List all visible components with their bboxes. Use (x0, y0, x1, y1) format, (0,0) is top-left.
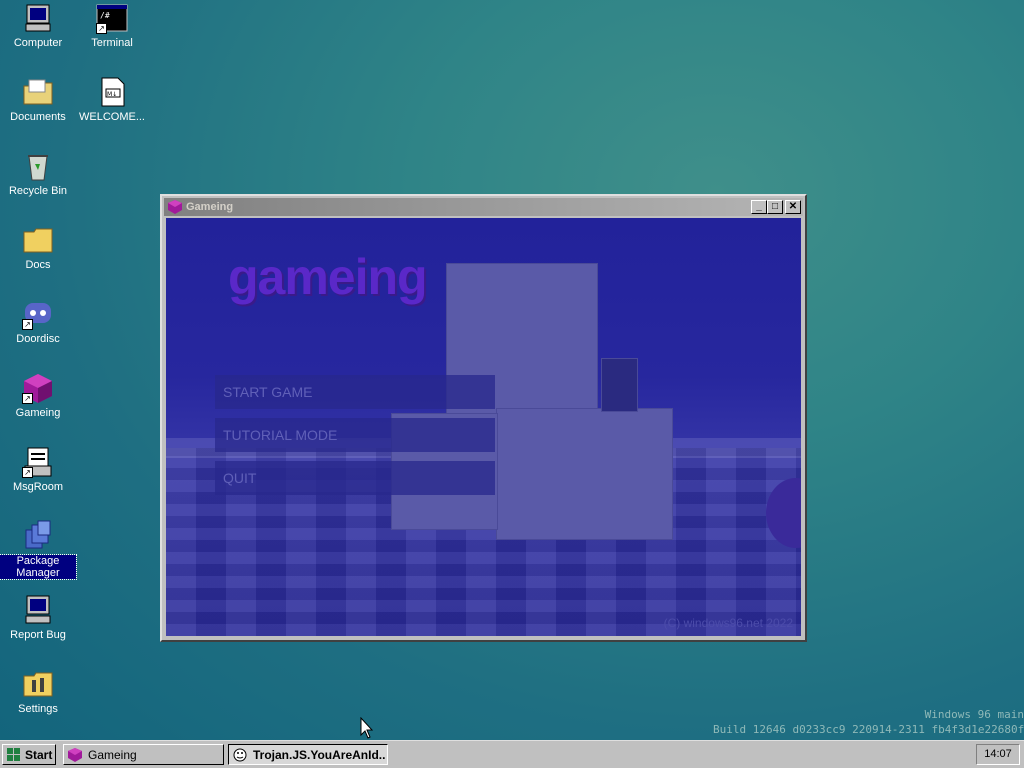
desktop-icon-label: WELCOME... (78, 111, 145, 123)
window-title: Gameing (186, 201, 234, 213)
terminal-icon: /# ↗ (96, 2, 128, 34)
desktop-icon-settings[interactable]: Settings (0, 668, 76, 715)
desktop-icon-report-bug[interactable]: Report Bug (0, 594, 76, 641)
desktop-icon-label: MsgRoom (12, 481, 64, 493)
build-watermark-line2: Build 12646 d0233cc9 220914-2311 fb4f3d1… (713, 723, 1024, 736)
desktop-icon-label: Computer (13, 37, 63, 49)
svg-text:/#: /# (100, 11, 110, 20)
tutorial-mode-button[interactable]: TUTORIAL MODE (215, 418, 495, 452)
desktop-icon-documents[interactable]: Documents (0, 76, 76, 123)
desktop-icon-label: Documents (10, 111, 66, 123)
desktop-icon-gameing[interactable]: ↗ Gameing (0, 372, 76, 419)
desktop-icon-label: Settings (18, 703, 58, 715)
gameing-icon: ↗ (22, 372, 54, 404)
gameing-icon (68, 748, 82, 762)
folder-icon (22, 224, 54, 256)
minimize-icon: _ (756, 201, 762, 212)
markdown-file-icon: M↓ (96, 76, 128, 108)
desktop-icon-label: Recycle Bin (8, 185, 68, 197)
game-canvas[interactable]: gameing START GAME TUTORIAL MODE QUIT (C… (166, 218, 801, 636)
desktop-icon-msgroom[interactable]: ↗ MsgRoom (0, 446, 76, 493)
desktop-icon-recycle-bin[interactable]: Recycle Bin (0, 150, 76, 197)
start-button[interactable]: Start (2, 744, 56, 765)
game-copyright: (C) windows96.net 2022 (663, 616, 793, 630)
desktop-icon-label: Gameing (15, 407, 61, 419)
desktop-icon-welcome[interactable]: M↓ WELCOME... (74, 76, 150, 123)
start-game-button[interactable]: START GAME (215, 375, 495, 409)
gameing-icon (168, 200, 182, 214)
maximize-button[interactable]: □ (767, 200, 783, 214)
desktop-icon-label: Terminal (91, 37, 133, 49)
package-manager-icon (22, 520, 54, 552)
taskbar-button-label: Trojan.JS.YouAreAnId... (253, 748, 385, 762)
desktop-icon-package-manager[interactable]: Package Manager (0, 520, 77, 580)
minimize-button[interactable]: _ (751, 200, 767, 214)
desktop-icon-terminal[interactable]: /# ↗ Terminal (74, 2, 150, 49)
documents-folder-icon (22, 76, 54, 108)
start-label: Start (25, 748, 53, 762)
build-watermark-line1: Windows 96 main (924, 708, 1024, 721)
game-logo: gameing (228, 249, 428, 305)
gameing-window[interactable]: Gameing _ □ ✕ gameing START GAME TUTORIA… (160, 194, 807, 642)
start-icon (7, 748, 20, 761)
desktop-icon-docs[interactable]: Docs (0, 224, 76, 271)
desktop-icon-label: Doordisc (16, 333, 60, 345)
computer-icon (22, 2, 54, 34)
report-bug-icon (22, 594, 54, 626)
taskbar-button-trojan[interactable]: Trojan.JS.YouAreAnId... (228, 744, 388, 765)
taskbar: Start Gameing Trojan.JS.YouAreAnId... 14… (0, 740, 1024, 768)
desktop-icon-computer[interactable]: Computer (0, 2, 76, 49)
settings-icon (22, 668, 54, 700)
close-button[interactable]: ✕ (785, 200, 801, 214)
svg-text:M↓: M↓ (107, 91, 117, 98)
mouse-cursor-icon (360, 716, 374, 742)
window-titlebar[interactable]: Gameing _ □ ✕ (164, 198, 803, 216)
clock[interactable]: 14:07 (976, 744, 1020, 765)
game-cube (601, 358, 638, 412)
close-icon: ✕ (788, 201, 798, 212)
taskbar-button-gameing[interactable]: Gameing (63, 744, 224, 765)
desktop-icon-label: Report Bug (10, 629, 66, 641)
desktop-icon-label: Package Manager (0, 554, 77, 580)
game-cube (496, 408, 673, 540)
msgroom-icon: ↗ (22, 446, 54, 478)
desktop-icon-label: Docs (25, 259, 51, 271)
doordisc-icon: ↗ (22, 298, 54, 330)
smiley-icon (233, 748, 247, 762)
quit-button[interactable]: QUIT (215, 461, 495, 495)
desktop-icon-doordisc[interactable]: ↗ Doordisc (0, 298, 76, 345)
recycle-bin-icon (22, 150, 54, 182)
taskbar-button-label: Gameing (88, 748, 137, 762)
maximize-icon: □ (771, 201, 779, 212)
